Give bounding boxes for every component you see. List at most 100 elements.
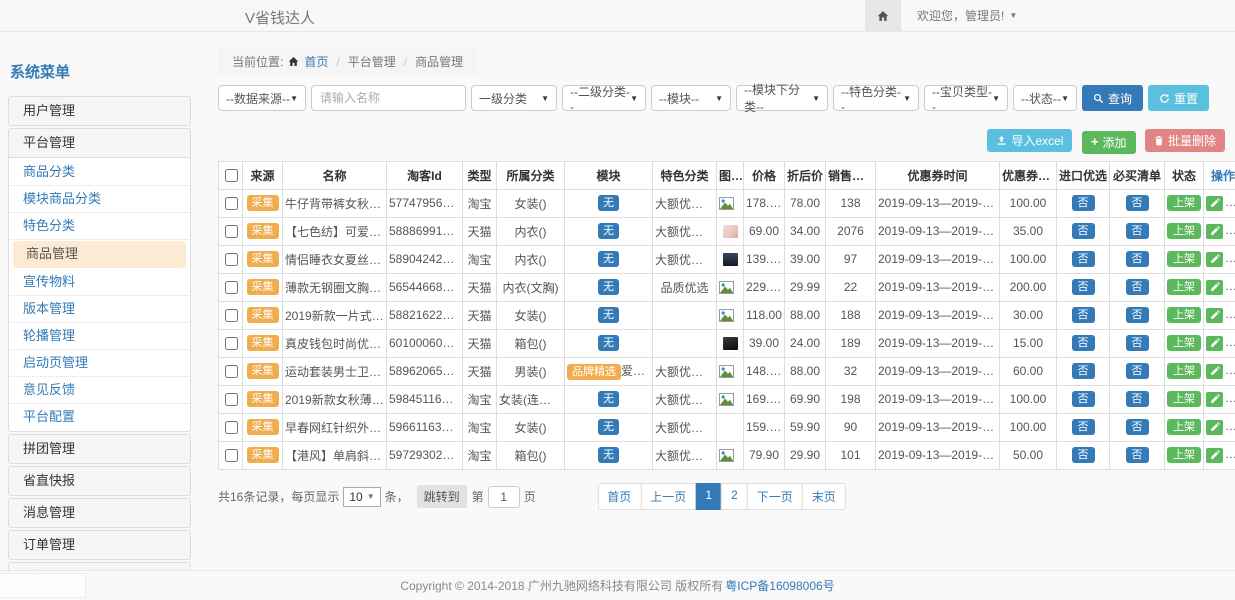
row-checkbox[interactable]: [225, 337, 238, 350]
pager-last[interactable]: 末页: [802, 483, 846, 510]
sidebar-item-exchange-mgmt[interactable]: 兑换管理: [9, 563, 190, 570]
row-checkbox[interactable]: [225, 309, 238, 322]
add-button[interactable]: + 添加: [1082, 131, 1136, 154]
status-select[interactable]: --状态--▼: [1013, 85, 1077, 111]
level2-category-select[interactable]: --二级分类--▼: [562, 85, 646, 111]
row-checkbox[interactable]: [225, 197, 238, 210]
must-buy-toggle[interactable]: 否: [1126, 279, 1149, 295]
must-buy-toggle[interactable]: 否: [1126, 419, 1149, 435]
edit-button[interactable]: [1206, 448, 1223, 463]
module-select[interactable]: --模块--▼: [651, 85, 731, 111]
status-button[interactable]: 上架: [1167, 307, 1201, 323]
import-select-toggle[interactable]: 否: [1072, 223, 1095, 239]
breadcrumb-home-link[interactable]: 首页: [304, 53, 328, 70]
select-all-checkbox[interactable]: [225, 169, 238, 182]
status-cell: 上架: [1165, 441, 1204, 469]
row-checkbox[interactable]: [225, 253, 238, 266]
name-cell: 【七色纺】可爱纯棉家...: [283, 217, 387, 245]
per-page-select[interactable]: 10 ▼: [343, 487, 380, 507]
status-button[interactable]: 上架: [1167, 363, 1201, 379]
user-dropdown[interactable]: 欢迎您，管理员! ▼: [901, 0, 1235, 31]
must-buy-toggle[interactable]: 否: [1126, 195, 1149, 211]
import-select-toggle[interactable]: 否: [1072, 279, 1095, 295]
status-button[interactable]: 上架: [1167, 223, 1201, 239]
name-input[interactable]: [311, 85, 466, 111]
import-select-toggle[interactable]: 否: [1072, 307, 1095, 323]
sidebar-subitem-feedback[interactable]: 意见反馈: [10, 377, 189, 404]
page-number-input[interactable]: [488, 486, 520, 508]
batch-delete-button[interactable]: 批量删除: [1145, 129, 1225, 152]
must-buy-toggle[interactable]: 否: [1126, 251, 1149, 267]
sidebar-subitem-goods-mgmt[interactable]: 商品管理: [13, 241, 186, 268]
home-nav-button[interactable]: [865, 0, 901, 31]
search-button[interactable]: 查询: [1082, 85, 1143, 111]
icp-link[interactable]: 粤ICP备16098006号: [725, 577, 834, 594]
sidebar-subitem-platform-config[interactable]: 平台配置: [10, 404, 189, 430]
sidebar-item-express-news[interactable]: 省直快报: [9, 467, 190, 495]
must-buy-toggle[interactable]: 否: [1126, 335, 1149, 351]
pager-page-2[interactable]: 2: [721, 483, 748, 510]
row-checkbox[interactable]: [225, 421, 238, 434]
feature-category-select[interactable]: --特色分类--▼: [833, 85, 919, 111]
row-checkbox[interactable]: [225, 365, 238, 378]
status-button[interactable]: 上架: [1167, 447, 1201, 463]
pager-page-1[interactable]: 1: [695, 483, 722, 510]
reset-button[interactable]: 重置: [1148, 85, 1209, 111]
sidebar-subitem-carousel-mgmt[interactable]: 轮播管理: [10, 323, 189, 350]
edit-button[interactable]: [1206, 364, 1223, 379]
sidebar-subitem-promo-material[interactable]: 宣传物料: [10, 269, 189, 296]
data-source-select[interactable]: --数据来源--▼: [218, 85, 306, 111]
jump-to-button[interactable]: 跳转到: [417, 485, 467, 508]
module-subcategory-select[interactable]: --模块下分类--▼: [736, 85, 828, 111]
edit-button[interactable]: [1206, 252, 1223, 267]
status-button[interactable]: 上架: [1167, 195, 1201, 211]
import-select-toggle[interactable]: 否: [1072, 251, 1095, 267]
import-select-toggle[interactable]: 否: [1072, 391, 1095, 407]
status-button[interactable]: 上架: [1167, 419, 1201, 435]
status-button[interactable]: 上架: [1167, 251, 1201, 267]
sidebar-subitem-goods-category[interactable]: 商品分类: [10, 159, 189, 186]
sidebar-subitem-module-goods-category[interactable]: 模块商品分类: [10, 186, 189, 213]
edit-button[interactable]: [1206, 336, 1223, 351]
must-buy-toggle[interactable]: 否: [1126, 223, 1149, 239]
edit-button[interactable]: [1206, 280, 1223, 295]
sidebar-item-message-mgmt[interactable]: 消息管理: [9, 499, 190, 527]
status-button[interactable]: 上架: [1167, 335, 1201, 351]
edit-button[interactable]: [1206, 420, 1223, 435]
pager-first[interactable]: 首页: [597, 483, 641, 510]
discount-price-cell: 88.00: [785, 357, 826, 385]
edit-button[interactable]: [1206, 224, 1223, 239]
sidebar-subitem-feature-category[interactable]: 特色分类: [10, 213, 189, 240]
must-buy-toggle[interactable]: 否: [1126, 363, 1149, 379]
operations-cell: [1204, 413, 1235, 441]
import-select-toggle[interactable]: 否: [1072, 447, 1095, 463]
status-button[interactable]: 上架: [1167, 279, 1201, 295]
must-buy-toggle[interactable]: 否: [1126, 447, 1149, 463]
sidebar-item-order-mgmt[interactable]: 订单管理: [9, 531, 190, 559]
row-checkbox[interactable]: [225, 281, 238, 294]
pager-next[interactable]: 下一页: [747, 483, 803, 510]
must-buy-toggle[interactable]: 否: [1126, 307, 1149, 323]
level1-category-select[interactable]: 一级分类▼: [471, 85, 557, 111]
sidebar-item-group-buy-mgmt[interactable]: 拼团管理: [9, 435, 190, 463]
sidebar-subitem-splash-page-mgmt[interactable]: 启动页管理: [10, 350, 189, 377]
import-select-toggle[interactable]: 否: [1072, 195, 1095, 211]
import-select-toggle[interactable]: 否: [1072, 419, 1095, 435]
edit-button[interactable]: [1206, 392, 1223, 407]
sidebar-item-platform-mgmt[interactable]: 平台管理: [9, 129, 190, 157]
edit-button[interactable]: [1206, 308, 1223, 323]
coupon-amount-cell: 60.00: [1000, 357, 1057, 385]
import-excel-button[interactable]: 导入excel: [987, 129, 1072, 152]
import-select-toggle[interactable]: 否: [1072, 335, 1095, 351]
row-checkbox[interactable]: [225, 393, 238, 406]
row-checkbox[interactable]: [225, 225, 238, 238]
edit-button[interactable]: [1206, 196, 1223, 211]
status-button[interactable]: 上架: [1167, 391, 1201, 407]
sidebar-subitem-version-mgmt[interactable]: 版本管理: [10, 296, 189, 323]
item-type-select[interactable]: --宝贝类型--▼: [924, 85, 1008, 111]
import-select-toggle[interactable]: 否: [1072, 363, 1095, 379]
row-checkbox[interactable]: [225, 449, 238, 462]
pager-prev[interactable]: 上一页: [640, 483, 696, 510]
must-buy-toggle[interactable]: 否: [1126, 391, 1149, 407]
sidebar-item-user-mgmt[interactable]: 用户管理: [9, 97, 190, 125]
